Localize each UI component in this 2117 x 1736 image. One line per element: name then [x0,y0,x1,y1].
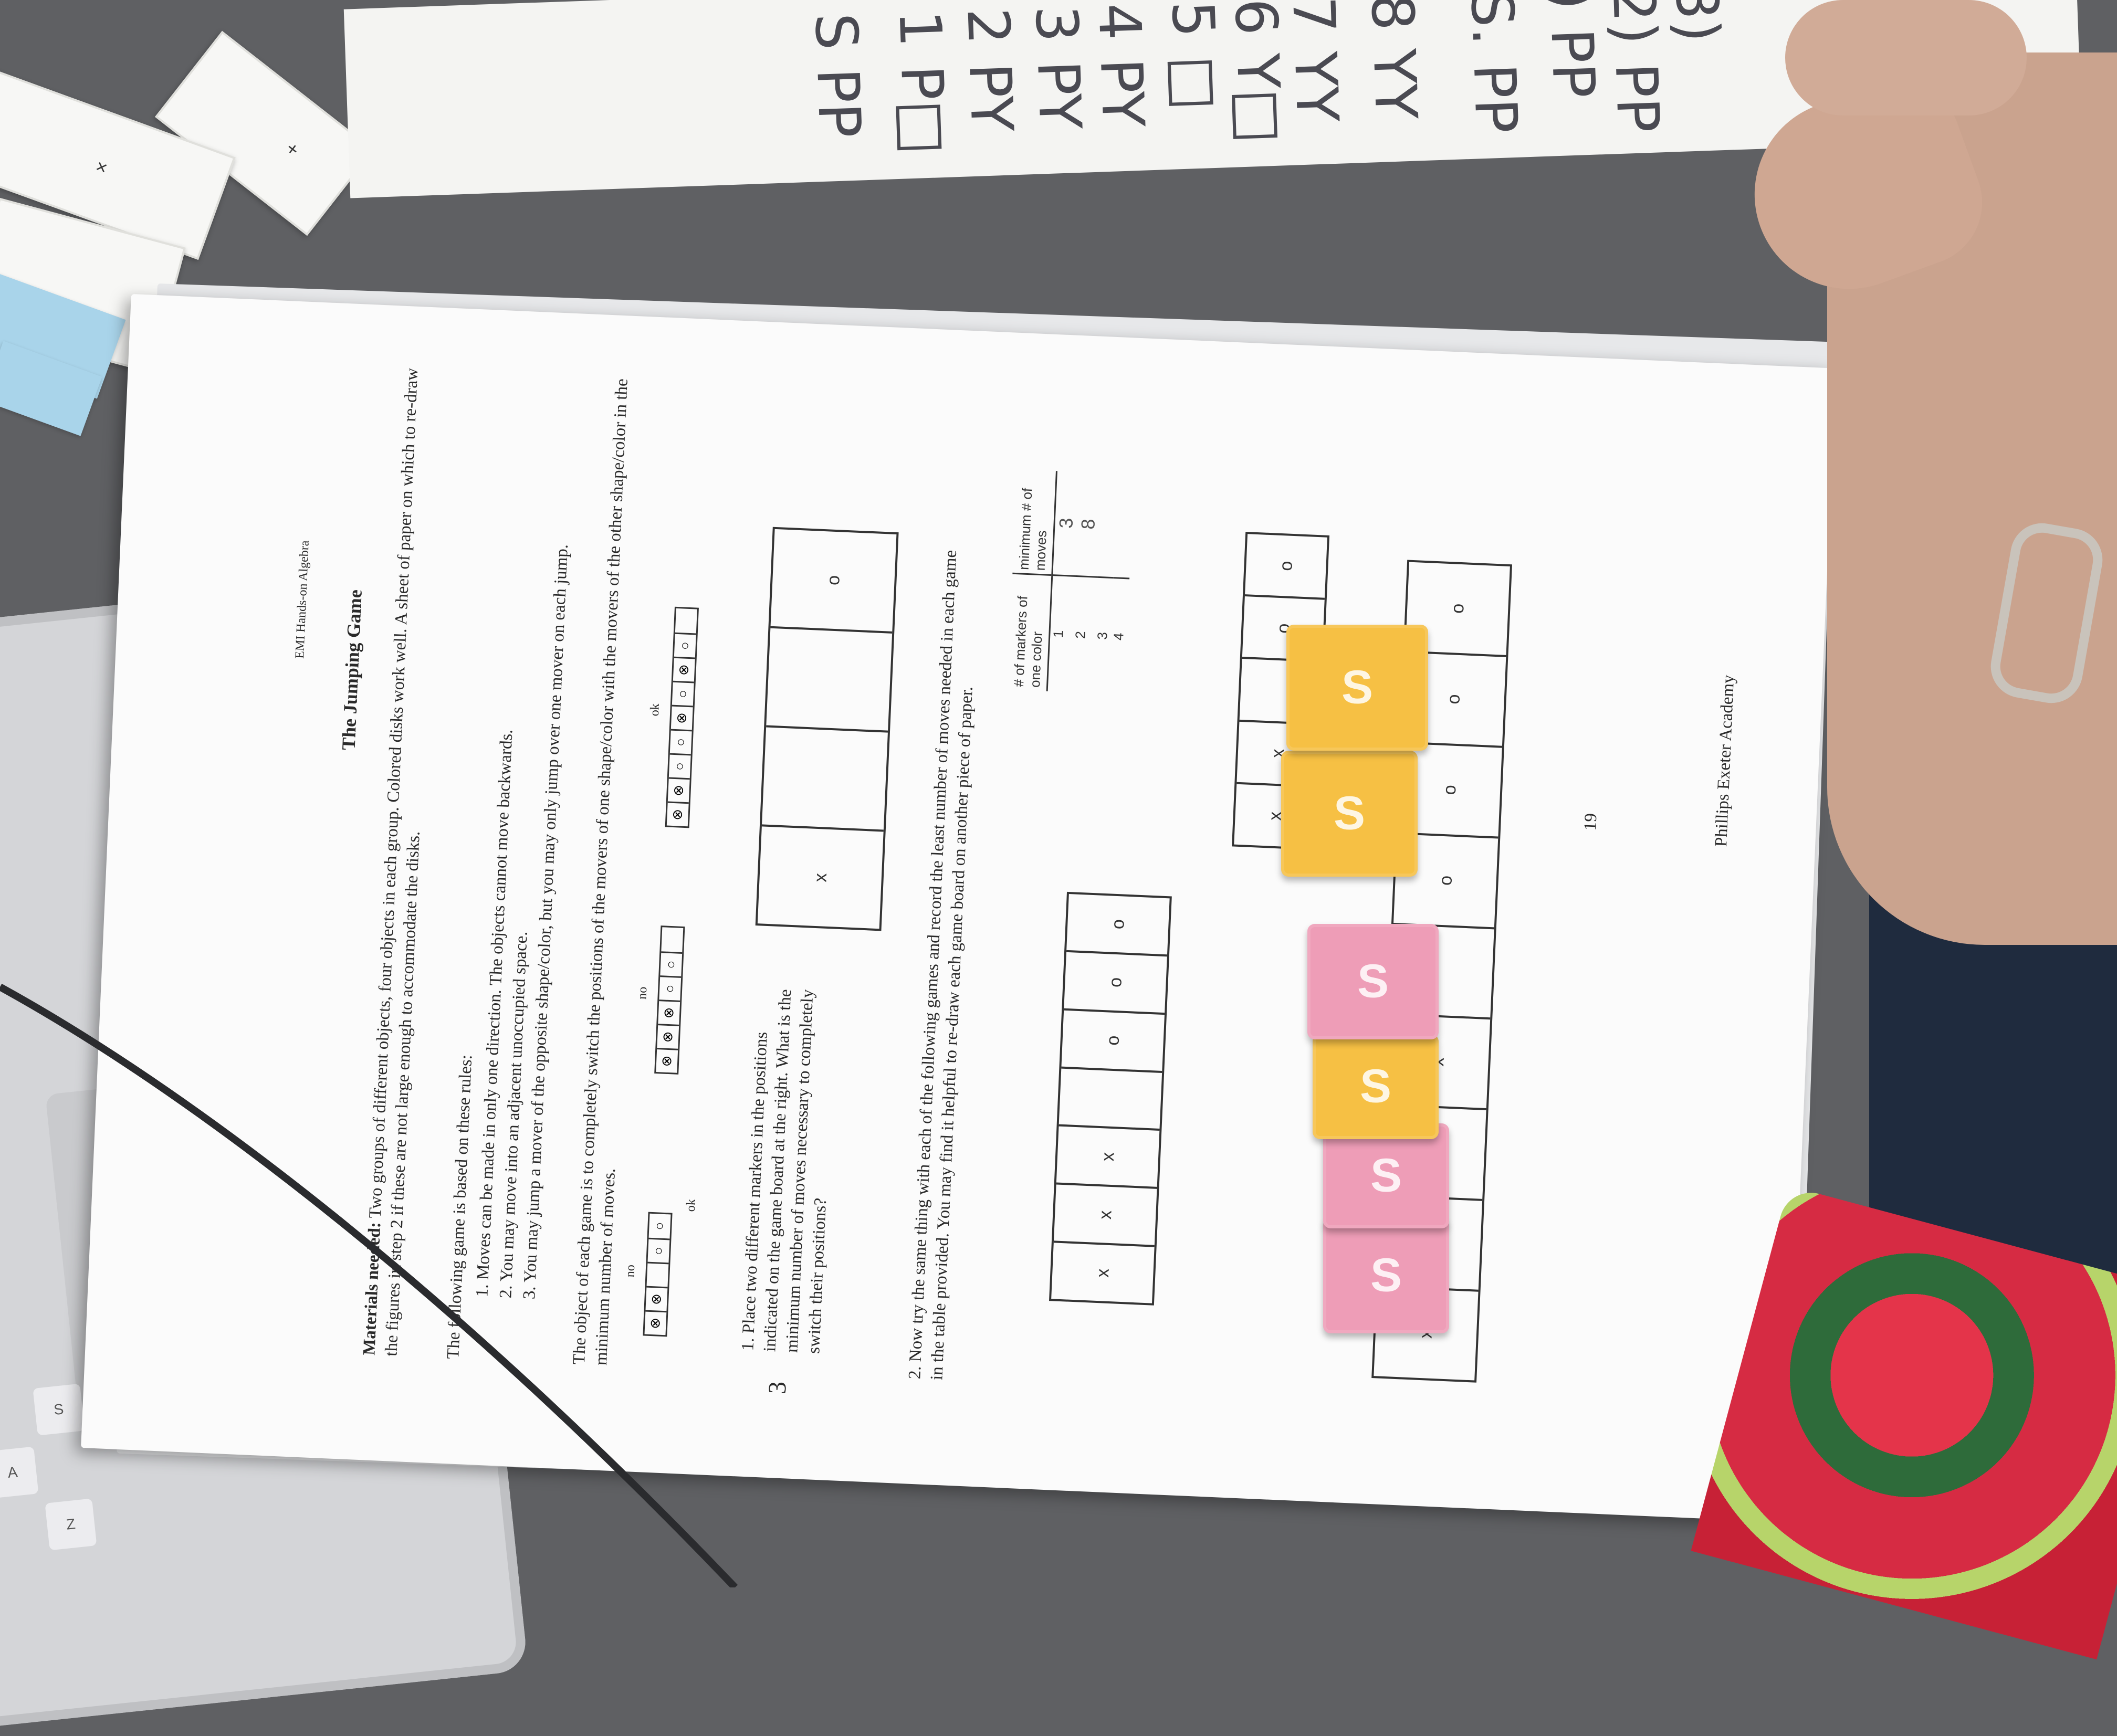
times-sign: × [92,155,111,179]
question-2: 2. Now try the same thing with each of t… [905,550,977,1381]
candy-logo: S [1333,787,1366,840]
materials-label: Materials needed: [360,1222,385,1356]
example-label: ok [684,1198,698,1212]
board-cell [1058,1066,1162,1129]
game-board-3: x x x o o o [1049,891,1172,1306]
board-cell: x [1054,1182,1157,1245]
footer: Phillips Exeter Academy [1711,674,1738,847]
handwritten-line: 3 PY [1022,4,1094,131]
example-label: ok [647,703,662,717]
handwritten-answer: 3 [763,1381,792,1395]
table-header: minimum # of moves [1012,469,1056,576]
handwritten-line: 1 P□ [886,9,959,156]
example-board: ⊗ ⊗ ○ ○ [643,1212,673,1337]
example-board: ⊗ ⊗ ○ ○ ⊗ ○ ⊗ ○ [665,606,699,828]
handwritten-line: S. PP [1458,0,1531,134]
game-board-1: x o [755,527,899,931]
candy: S [1323,1123,1449,1228]
laptop-key: A [0,1446,39,1499]
board-cell: x [1051,1240,1155,1303]
board-cell: o [1275,560,1296,572]
handwritten-line: 4 PY [1085,2,1157,129]
worksheet-title: The Jumping Game [338,589,366,751]
worksheet-content: EMI Hands-on Algebra The Jumping Game Ma… [81,294,1836,1522]
handwritten-line: 7 YY [1280,0,1351,123]
handwritten-line: 2) PP [1599,0,1672,134]
board-cell [766,626,893,731]
handwritten-line: S PP [802,12,874,139]
handwritten-line: 3) [1662,0,1732,44]
finger [1785,0,2027,115]
candy: S [1323,1218,1449,1333]
laptop-key: S [33,1383,85,1436]
candy-logo: S [1370,1149,1402,1202]
example-label: no [623,1264,638,1278]
board-cell: x [1056,1124,1160,1187]
materials-paragraph: Materials needed: Two groups of differen… [358,359,446,1357]
handwritten-line: 8 YY [1358,0,1430,121]
board-cell: o [823,575,844,586]
laptop-key: Z [45,1498,97,1551]
board-cell [762,725,888,830]
candy-logo: S [1357,955,1389,1008]
candy: S [1286,625,1428,751]
worksheet: EMI Hands-on Algebra The Jumping Game Ma… [81,294,1836,1522]
example-label: no [635,986,650,1000]
board-cell: o [1107,919,1128,930]
candy: S [1307,924,1439,1039]
objective: The object of each game is to completely… [569,378,632,1366]
plus-sign: + [281,137,304,161]
candy-logo: S [1370,1249,1402,1302]
table-header: # of markers of one color [1010,595,1045,688]
example-board: ⊗ ⊗ ⊗ ○ ○ [654,925,685,1075]
board-cell: o [1064,950,1168,1013]
moves-table: # of markers of one color minimum # of m… [1007,469,1134,695]
page-number: 19 [1581,813,1601,831]
handwritten-line: 5 □ [1159,0,1230,112]
candy-logo: S [1341,661,1374,714]
candy-logo: S [1359,1060,1392,1113]
board-cell: x [757,824,884,929]
materials-text: Two groups of different objects, four ob… [365,367,424,1357]
worksheet-header: EMI Hands-on Algebra [293,540,312,659]
board-cell: o [1061,1008,1165,1071]
handwritten-line: 2 PY [954,6,1026,133]
handwritten-line: ) PP [1536,0,1608,99]
candy: S [1281,751,1418,877]
question-1: 1. Place two different markers in the po… [738,988,831,1354]
candy: S [1313,1034,1439,1139]
